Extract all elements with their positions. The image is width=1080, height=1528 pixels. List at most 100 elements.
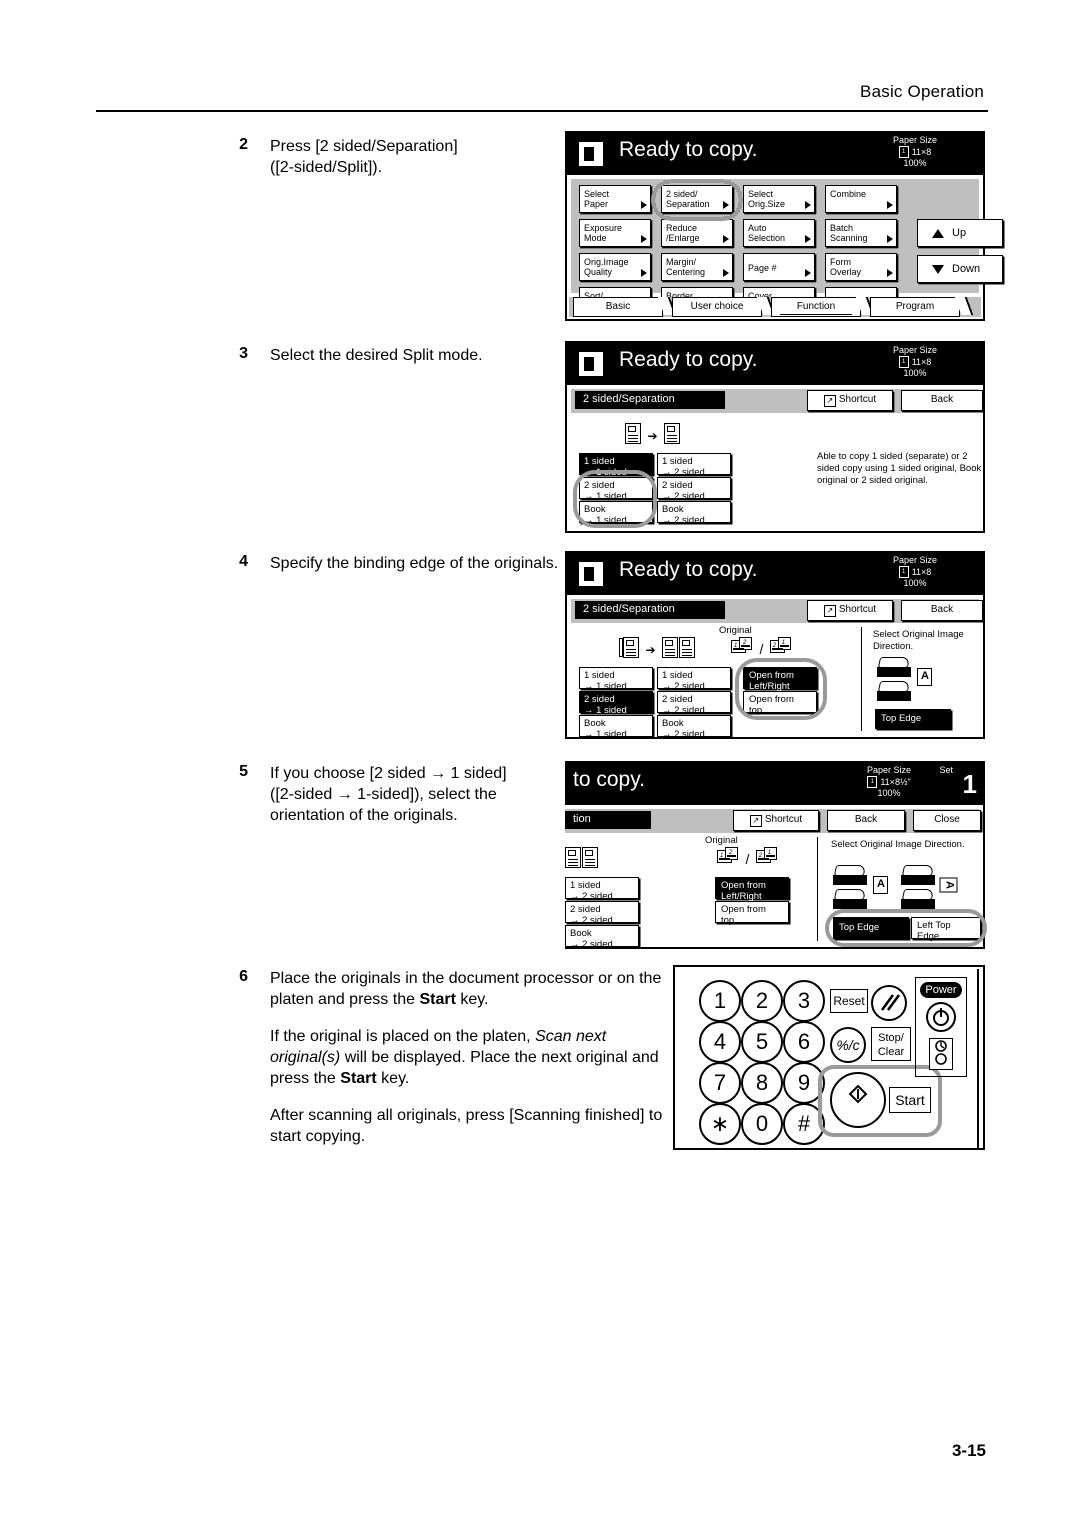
tab-function[interactable]: Function	[771, 297, 861, 317]
key-1[interactable]: 1	[699, 980, 741, 1022]
fn-key-page-number[interactable]: Page #	[743, 253, 815, 281]
top-edge-button[interactable]: Top Edge	[833, 917, 909, 939]
mode-book-1sided[interactable]: Book → 1 sided	[579, 715, 653, 740]
mode-2sided-1sided[interactable]: 2 sided → 1 sided	[579, 477, 653, 501]
step-6-p1-start-bold: Start	[419, 991, 456, 1008]
open-left-right-icon: 12	[731, 637, 753, 654]
scroll-down-button[interactable]: Down	[917, 255, 1003, 283]
back-button[interactable]: Back	[901, 390, 983, 411]
step-5-body: If you choose [2 sided → 1 sided] ([2-si…	[270, 763, 507, 826]
fn-key-reduce-enlarge[interactable]: Reduce /Enlarge	[661, 219, 733, 247]
mode-1sided-2sided-label: 1 sided → 2 sided	[662, 670, 705, 692]
step-4-body: Specify the binding edge of the original…	[270, 553, 558, 574]
key-0[interactable]: 0	[741, 1103, 783, 1145]
key-8[interactable]: 8	[741, 1062, 783, 1104]
lcd-panel-binding-edge[interactable]: Ready to copy. Paper Size 1 11×8 100% 2 s…	[565, 551, 985, 739]
key-6[interactable]: 6	[783, 1021, 825, 1063]
open-from-top-button[interactable]: Open from top	[715, 901, 789, 925]
shortcut-button[interactable]: ↗ Shortcut	[807, 390, 893, 411]
mode-book-2sided-label: Book → 2 sided	[570, 928, 613, 950]
fn-key-select-paper-label: Select Paper	[584, 189, 610, 209]
top-edge-button[interactable]: Top Edge	[875, 709, 951, 729]
back-button[interactable]: Back	[827, 810, 905, 831]
mode-1sided-1sided[interactable]: 1 sided → 1 sided	[579, 667, 653, 691]
step-6-p1-text-c: key.	[455, 991, 489, 1008]
mode-book-2sided[interactable]: Book → 2 sided	[565, 925, 639, 950]
stop-clear-button[interactable]: Stop/ Clear	[871, 1027, 911, 1061]
mode-2sided-2sided[interactable]: 2 sided → 2 sided	[657, 691, 731, 715]
paper-tray-icon: 1	[898, 356, 909, 368]
lcd-panel-basic-functions[interactable]: Ready to copy. Paper Size 1 11×8 100% Sel…	[565, 131, 1003, 321]
fn-key-margin-centering[interactable]: Margin/ Centering	[661, 253, 733, 281]
step-6-paragraph-1: Place the originals in the document proc…	[270, 968, 672, 1010]
mode-2sided-1sided-label: 2 sided → 1 sided	[584, 694, 627, 716]
fn-key-combine-label: Combine	[830, 189, 867, 199]
shortcut-button[interactable]: ↗ Shortcut	[733, 810, 819, 831]
back-button-label: Back	[930, 394, 954, 405]
fn-key-batch-scanning[interactable]: Batch Scanning	[825, 219, 897, 247]
mode-1sided-2sided[interactable]: 1 sided → 2 sided	[657, 453, 731, 477]
key-5[interactable]: 5	[741, 1021, 783, 1063]
close-button[interactable]: Close	[913, 810, 981, 831]
top-edge-label: Top Edge	[881, 713, 922, 724]
tab-basic[interactable]: Basic	[573, 297, 663, 317]
key-2[interactable]: 2	[741, 980, 783, 1022]
mode-1sided-1sided[interactable]: 1 sided → 1 sided	[579, 453, 653, 477]
percent-clear-button[interactable]: %/c	[830, 1027, 866, 1063]
shortcut-button-label: Shortcut	[838, 604, 877, 615]
key-9-label: 9	[797, 1070, 811, 1095]
indicator-lamps	[929, 1038, 953, 1070]
interrupt-button[interactable]	[871, 985, 907, 1021]
stop-clear-label: Stop/ Clear	[877, 1032, 905, 1058]
panel1-paper-size-label: Paper Size	[892, 135, 938, 145]
step-6-p2-start-bold: Start	[340, 1070, 377, 1087]
mode-1sided-2sided[interactable]: 1 sided → 2 sided	[657, 667, 731, 692]
mode-book-2sided[interactable]: Book → 2 sided	[657, 501, 731, 525]
shortcut-button[interactable]: ↗ Shortcut	[807, 600, 893, 621]
operation-panel-keypad[interactable]: 1 2 3 4 5 6 7 8 9 ∗ 0 # Reset %/c Stop/ …	[673, 965, 985, 1150]
chevron-right-icon	[641, 201, 647, 209]
power-label-text: Power	[925, 984, 957, 996]
mode-book-1sided[interactable]: Book → 1 sided	[579, 501, 653, 525]
key-asterisk[interactable]: ∗	[699, 1103, 741, 1145]
open-from-left-right-button[interactable]: Open from Left/Right	[715, 877, 789, 901]
panel4-set-label: Set	[939, 765, 953, 775]
mode-book-1sided-label: Book → 1 sided	[584, 718, 627, 740]
fn-key-2sided-separation[interactable]: 2 sided/ Separation	[661, 185, 733, 213]
power-label: Power	[920, 982, 962, 998]
mode-2sided-1sided[interactable]: 2 sided → 1 sided	[579, 691, 653, 716]
page-header-title: Basic Operation	[860, 82, 984, 101]
panel2-mode-name: 2 sided/Separation	[575, 391, 725, 409]
key-3[interactable]: 3	[783, 980, 825, 1022]
left-top-edge-button[interactable]: Left Top Edge	[911, 917, 981, 941]
fn-key-select-paper[interactable]: Select Paper	[579, 185, 651, 213]
fn-key-orig-image-quality[interactable]: Orig.Image Quality	[579, 253, 651, 281]
output-sheet-1-icon	[661, 637, 678, 658]
back-button-label: Back	[854, 814, 878, 825]
mode-book-2sided[interactable]: Book → 2 sided	[657, 715, 731, 739]
fn-key-exposure-mode[interactable]: Exposure Mode	[579, 219, 651, 247]
fn-key-select-orig-size[interactable]: Select Orig.Size	[743, 185, 815, 213]
reset-label: Reset	[833, 994, 865, 1008]
back-button[interactable]: Back	[901, 600, 983, 621]
open-from-left-right-button[interactable]: Open from Left/Right	[743, 667, 817, 691]
lcd-panel-split-mode[interactable]: Ready to copy. Paper Size 1 11×8 100% 2 s…	[565, 341, 985, 533]
step-6-body: Place the originals in the document proc…	[270, 968, 672, 1147]
fn-key-auto-selection[interactable]: Auto Selection	[743, 219, 815, 247]
mode-2sided-2sided[interactable]: 2 sided → 2 sided	[565, 901, 639, 925]
power-button[interactable]	[926, 1002, 956, 1032]
fn-key-combine[interactable]: Combine	[825, 185, 897, 213]
fn-key-form-overlay[interactable]: Form Overlay	[825, 253, 897, 281]
mode-2sided-2sided[interactable]: 2 sided → 2 sided	[657, 477, 731, 501]
tab-program[interactable]: Program	[870, 297, 960, 317]
tab-program-label: Program	[895, 301, 935, 312]
mode-1sided-2sided[interactable]: 1 sided → 2 sided	[565, 877, 639, 901]
key-4[interactable]: 4	[699, 1021, 741, 1063]
tab-user-choice[interactable]: User choice	[672, 297, 762, 317]
lcd-panel-original-direction[interactable]: to copy. Paper Size 1 11×8½" 100% Set 1 t…	[565, 761, 987, 950]
reset-button[interactable]: Reset	[830, 989, 868, 1013]
scroll-up-button[interactable]: Up	[917, 219, 1003, 247]
arrow-right-icon: ➔	[645, 643, 656, 657]
open-from-top-button[interactable]: Open from top	[743, 691, 817, 715]
key-7[interactable]: 7	[699, 1062, 741, 1104]
